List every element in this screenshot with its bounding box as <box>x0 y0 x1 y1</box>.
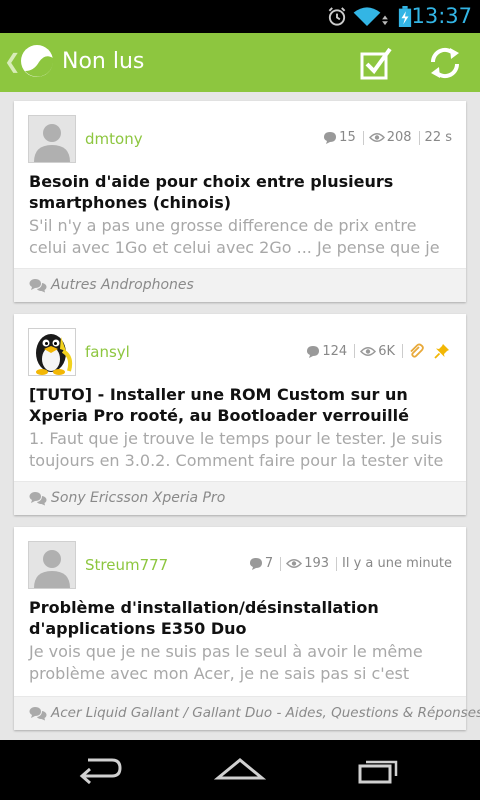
replies-icon <box>249 558 262 570</box>
alarm-icon <box>328 7 346 26</box>
default-avatar-icon <box>34 550 70 588</box>
topic-stats: 124 6K <box>306 343 452 359</box>
wifi-icon <box>353 7 381 27</box>
penguin-avatar-icon <box>36 334 73 375</box>
views-icon <box>368 133 385 142</box>
topic-excerpt: 1. Faut que je trouve le temps pour le t… <box>29 429 444 470</box>
divider <box>402 344 403 358</box>
divider <box>280 556 282 571</box>
reply-count: 7 <box>264 556 274 571</box>
topic-card[interactable]: fansyl 124 6K [TUTO] - Installer une ROM… <box>14 314 466 515</box>
view-count: 208 <box>386 130 412 145</box>
clock: 13:37 <box>411 4 472 28</box>
topic-stats: 15 208 22 s <box>323 130 452 145</box>
navigation-bar <box>0 740 480 800</box>
forum-footer[interactable]: Autres Androphones <box>14 268 466 302</box>
app-logo[interactable] <box>20 44 54 78</box>
forum-icon <box>29 707 47 721</box>
author-name[interactable]: dmtony <box>85 130 143 148</box>
reply-count: 15 <box>339 130 356 145</box>
attachment-icon <box>410 343 424 358</box>
replies-icon <box>324 132 337 144</box>
back-icon[interactable] <box>76 754 124 784</box>
author-name[interactable]: Streum777 <box>85 556 168 574</box>
forum-footer[interactable]: Sony Ericsson Xperia Pro <box>14 481 466 515</box>
topic-card[interactable]: dmtony 15 208 22 s Besoin d'aide pour ch… <box>14 101 466 302</box>
pinned-icon <box>434 344 449 359</box>
topic-title[interactable]: Problème d'installation/désinstallation … <box>29 597 454 639</box>
page-title: Non lus <box>62 49 145 74</box>
status-bar: 13:37 <box>0 0 480 33</box>
views-icon <box>360 346 377 356</box>
recent-apps-icon[interactable] <box>356 754 404 784</box>
author-name[interactable]: fansyl <box>85 343 130 361</box>
avatar <box>28 541 76 589</box>
topic-excerpt: Je vois que je ne suis pas le seul à avo… <box>29 642 423 683</box>
avatar <box>28 328 76 376</box>
view-count: 193 <box>304 556 330 571</box>
refresh-icon[interactable] <box>425 43 465 83</box>
divider <box>336 556 338 571</box>
forum-name: Acer Liquid Gallant / Gallant Duo - Aide… <box>51 705 480 721</box>
divider <box>362 130 364 145</box>
last-post-time: 22 s <box>424 130 452 145</box>
avatar <box>28 115 76 163</box>
forum-footer[interactable]: Acer Liquid Gallant / Gallant Duo - Aide… <box>14 696 480 730</box>
topic-stats: 7 193 Il y a une minute <box>249 556 452 571</box>
divider <box>354 344 356 358</box>
last-post-time: Il y a une minute <box>342 556 452 571</box>
battery-charging-icon <box>398 6 412 27</box>
topic-card[interactable]: Streum777 7 193 Il y a une minute Problè… <box>14 527 480 730</box>
topic-excerpt: S'il n'y a pas une grosse difference de … <box>29 216 440 257</box>
default-avatar-icon <box>34 124 70 162</box>
reply-count: 124 <box>322 343 348 359</box>
views-icon <box>286 559 303 568</box>
replies-icon <box>307 345 320 358</box>
action-bar: ❮ Non lus <box>0 33 480 92</box>
topic-title[interactable]: Besoin d'aide pour choix entre plusieurs… <box>29 171 454 213</box>
home-icon[interactable] <box>214 754 266 784</box>
forum-name: Sony Ericsson Xperia Pro <box>51 490 226 506</box>
forum-icon <box>29 492 47 506</box>
forum-icon <box>29 279 47 293</box>
mark-read-icon[interactable] <box>356 43 396 83</box>
topic-title[interactable]: [TUTO] - Installer une ROM Custom sur un… <box>29 384 454 426</box>
up-caret-icon[interactable]: ❮ <box>4 49 21 73</box>
view-count: 6K <box>378 343 395 359</box>
divider <box>418 130 420 145</box>
signal-arrows-icon <box>382 15 388 26</box>
forum-name: Autres Androphones <box>51 277 194 293</box>
topic-list[interactable]: dmtony 15 208 22 s Besoin d'aide pour ch… <box>0 92 480 740</box>
